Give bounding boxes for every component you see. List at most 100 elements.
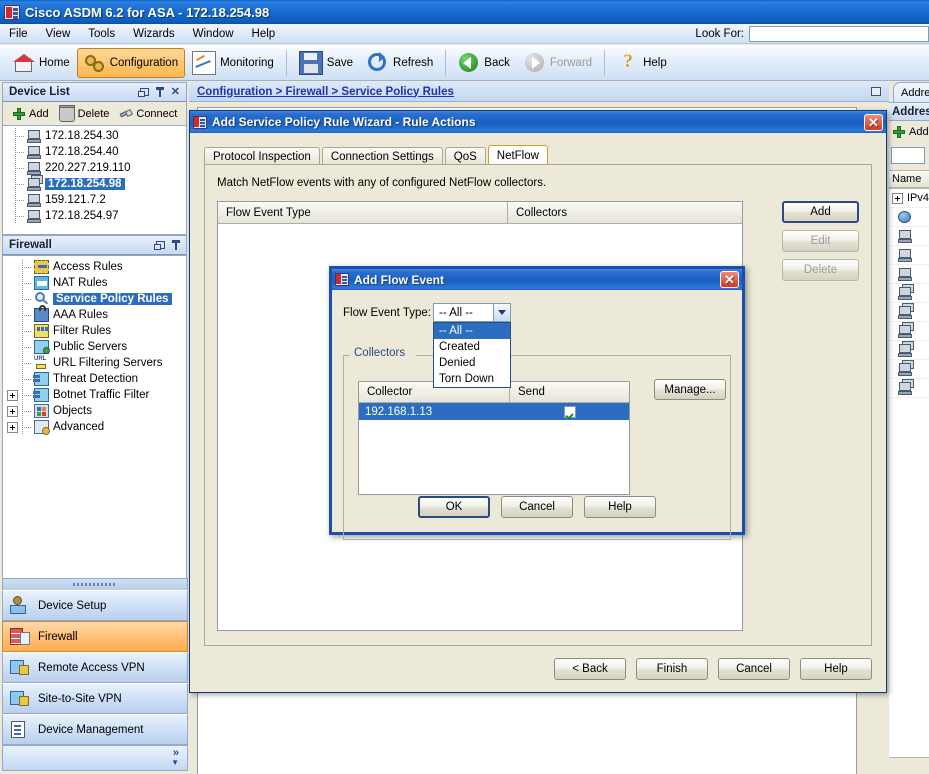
sidebar-item-advanced[interactable]: Advanced: [3, 419, 186, 435]
sidebar-item-threat-detection[interactable]: Threat Detection: [3, 371, 186, 387]
device-delete-button[interactable]: Delete: [55, 104, 114, 123]
menu-tools[interactable]: Tools: [79, 26, 124, 42]
toolbar-help-button[interactable]: ? Help: [610, 48, 674, 78]
addresses-row[interactable]: [889, 246, 929, 265]
addresses-root-row[interactable]: IPv4 N: [889, 189, 929, 208]
device-row-selected[interactable]: 172.18.254.98: [3, 176, 186, 192]
device-list-tree[interactable]: 172.18.254.30 172.18.254.40 220.227.219.…: [2, 125, 187, 235]
toolbar-save-button[interactable]: Save: [292, 48, 360, 78]
manage-collectors-button[interactable]: Manage...: [654, 379, 726, 400]
column-send[interactable]: Send: [510, 382, 629, 402]
tab-netflow[interactable]: NetFlow: [487, 145, 548, 166]
device-row[interactable]: 172.18.254.30: [3, 128, 186, 144]
send-cell[interactable]: [510, 405, 629, 418]
addresses-row[interactable]: [889, 379, 929, 398]
menu-view[interactable]: View: [37, 26, 80, 42]
dropdown-option-all[interactable]: -- All --: [434, 323, 510, 339]
chevron-down-icon[interactable]: [493, 304, 510, 321]
restore-icon[interactable]: [154, 241, 165, 250]
wizard-help-button[interactable]: Help: [800, 658, 872, 680]
look-for-input[interactable]: [749, 25, 929, 42]
send-checkbox[interactable]: [563, 405, 576, 418]
toolbar-configuration-button[interactable]: Configuration: [76, 47, 186, 78]
addresses-row[interactable]: [889, 227, 929, 246]
device-add-button[interactable]: Add: [8, 106, 53, 122]
menu-window[interactable]: Window: [184, 26, 243, 42]
column-flow-event-type[interactable]: Flow Event Type: [218, 202, 508, 223]
pin-icon[interactable]: [155, 87, 164, 97]
collectors-table-row[interactable]: 192.168.1.13: [359, 403, 629, 420]
dropdown-option-torn-down[interactable]: Torn Down: [434, 371, 510, 387]
firewall-tree[interactable]: Access Rules NAT Rules Service Policy Ru…: [2, 255, 187, 597]
nav-device-setup[interactable]: Device Setup: [2, 590, 188, 621]
dropdown-option-denied[interactable]: Denied: [434, 355, 510, 371]
menu-wizards[interactable]: Wizards: [124, 26, 184, 42]
device-row[interactable]: 220.227.219.110: [3, 160, 186, 176]
device-connect-button[interactable]: Connect: [115, 106, 181, 122]
flow-event-type-combobox[interactable]: -- All --: [433, 303, 511, 322]
toolbar-home-button[interactable]: Home: [6, 48, 77, 78]
addresses-tree[interactable]: IPv4 N: [889, 188, 929, 758]
addresses-row[interactable]: [889, 322, 929, 341]
addresses-row[interactable]: [889, 360, 929, 379]
menu-help[interactable]: Help: [243, 26, 285, 42]
pin-icon[interactable]: [172, 240, 180, 250]
device-row[interactable]: 159.121.7.2: [3, 192, 186, 208]
cancel-button[interactable]: Cancel: [501, 496, 573, 518]
sidebar-item-nat-rules[interactable]: NAT Rules: [3, 275, 186, 291]
tree-expander-minus[interactable]: [892, 192, 903, 204]
tree-expander-plus[interactable]: [7, 405, 18, 417]
device-row[interactable]: 172.18.254.40: [3, 144, 186, 160]
addresses-row[interactable]: [889, 208, 929, 227]
wizard-close-button[interactable]: ✕: [864, 113, 883, 131]
breadcrumb-link[interactable]: Configuration > Firewall > Service Polic…: [197, 86, 454, 98]
sidebar-item-aaa-rules[interactable]: AAA Rules: [3, 305, 186, 323]
menu-file[interactable]: File: [0, 26, 37, 42]
device-row[interactable]: 172.18.254.97: [3, 208, 186, 224]
sidebar-item-access-rules[interactable]: Access Rules: [3, 259, 186, 275]
sidebar-item-objects[interactable]: Objects: [3, 403, 186, 419]
help-button[interactable]: Help: [584, 496, 656, 518]
tree-connector: [20, 291, 34, 307]
tree-expander-plus[interactable]: [7, 421, 18, 433]
addresses-row[interactable]: [889, 341, 929, 360]
nav-device-management[interactable]: Device Management: [2, 714, 188, 745]
addresses-row[interactable]: [889, 265, 929, 284]
nav-firewall[interactable]: Firewall: [2, 621, 188, 652]
ok-button[interactable]: OK: [418, 496, 490, 518]
nav-remote-access-vpn[interactable]: Remote Access VPN: [2, 652, 188, 683]
dropdown-option-created[interactable]: Created: [434, 339, 510, 355]
flow-event-type-dropdown-list[interactable]: -- All -- Created Denied Torn Down: [433, 322, 511, 388]
nav-site-to-site-vpn[interactable]: Site-to-Site VPN: [2, 683, 188, 714]
left-column: Device List ✕ Add Delete Connect 172.18.…: [0, 82, 189, 774]
tab-connection-settings[interactable]: Connection Settings: [321, 147, 443, 165]
column-collectors[interactable]: Collectors: [508, 202, 742, 223]
addresses-tab[interactable]: Addre: [893, 82, 929, 102]
maximize-pane-icon[interactable]: [871, 87, 881, 96]
add-flow-event-button[interactable]: Add: [782, 201, 859, 223]
sidebar-item-filter-rules[interactable]: Filter Rules: [3, 323, 186, 339]
nav-splitter-grip[interactable]: [2, 578, 188, 590]
addresses-row[interactable]: [889, 284, 929, 303]
toolbar-refresh-button[interactable]: Refresh: [360, 48, 440, 78]
toolbar-monitoring-button[interactable]: Monitoring: [185, 48, 281, 78]
tab-protocol-inspection[interactable]: Protocol Inspection: [204, 147, 320, 165]
nav-more-button[interactable]: » ▼: [2, 745, 188, 771]
add-flow-event-close-button[interactable]: ✕: [720, 271, 739, 288]
wizard-cancel-button[interactable]: Cancel: [718, 658, 790, 680]
sidebar-item-botnet-traffic-filter[interactable]: Botnet Traffic Filter: [3, 387, 186, 403]
restore-icon[interactable]: [137, 88, 149, 97]
tree-expander-plus[interactable]: [7, 389, 18, 401]
sidebar-item-service-policy-rules[interactable]: Service Policy Rules: [3, 291, 186, 307]
addresses-filter-input[interactable]: [891, 146, 926, 164]
toolbar-back-button[interactable]: Back: [451, 48, 517, 78]
wizard-back-button[interactable]: < Back: [554, 658, 626, 680]
addresses-row[interactable]: [889, 303, 929, 322]
collectors-table[interactable]: Collector Send 192.168.1.13: [358, 381, 630, 495]
tab-qos[interactable]: QoS: [444, 147, 486, 165]
wizard-finish-button[interactable]: Finish: [636, 658, 708, 680]
close-icon[interactable]: ✕: [171, 87, 180, 98]
sidebar-item-public-servers[interactable]: Public Servers: [3, 339, 186, 355]
sidebar-item-url-filtering-servers[interactable]: URL Filtering Servers: [3, 355, 186, 371]
addresses-add-label[interactable]: Add: [909, 126, 929, 138]
